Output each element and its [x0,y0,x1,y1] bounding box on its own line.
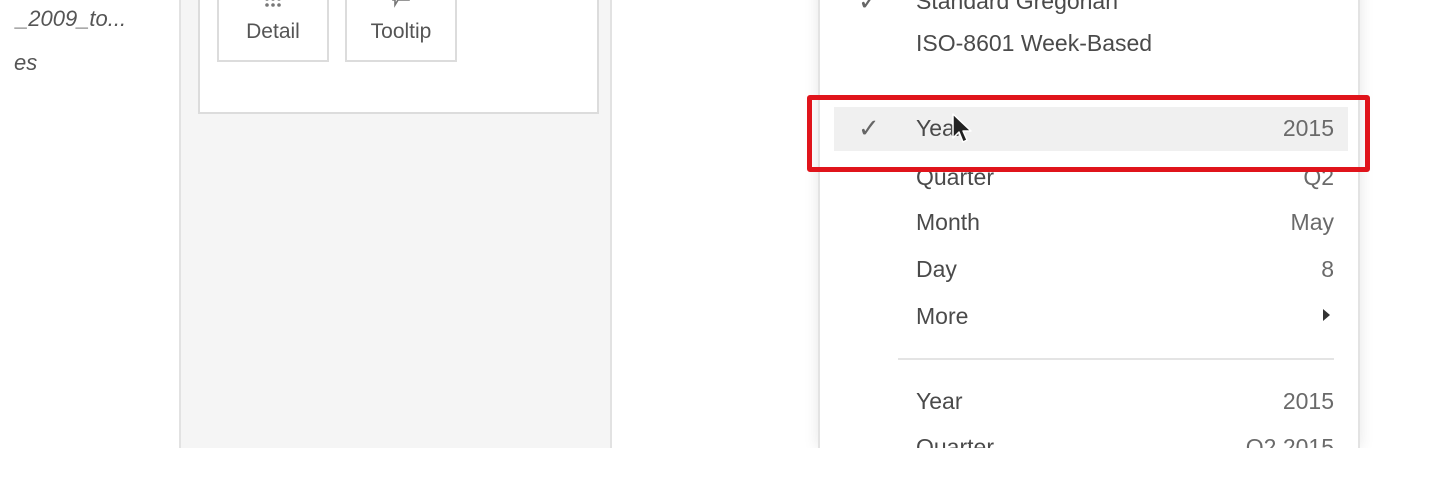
tooltip-bubble-icon [347,0,455,12]
menu-item-label: More [916,303,969,329]
menu-item-month-part[interactable]: Month May [834,201,1348,245]
marks-card: Detail Tooltip [198,0,599,114]
menu-item-year-part[interactable]: ✓ Year 2015 [834,107,1348,151]
tooltip-label: Tooltip [370,20,432,43]
menu-item-value: May [1290,209,1334,235]
detail-dots-icon [219,0,327,12]
menu-item-value: 2015 [1282,115,1334,141]
menu-item-more[interactable]: More [834,295,1348,339]
date-part-menu: ✓ Standard Gregorian ISO-8601 Week-Based… [818,0,1360,460]
menu-item-label: Day [916,256,957,282]
menu-item-label: Year [916,115,963,141]
menu-item-quarter-part[interactable]: Quarter Q2 [834,156,1348,200]
data-pane: _2009_to... es [0,0,178,448]
check-icon: ✓ [858,0,880,16]
menu-divider [898,358,1334,360]
menu-item-day-part[interactable]: Day 8 [834,248,1348,292]
detail-label: Detail [246,20,300,43]
menu-item-label: ISO-8601 Week-Based [916,30,1153,56]
submenu-arrow-icon [1323,309,1330,321]
menu-item-iso-week-based[interactable]: ISO-8601 Week-Based [834,22,1348,66]
menu-item-label: Month [916,209,980,235]
menu-item-value: 8 [1321,256,1334,282]
menu-item-label: Quarter [916,164,994,190]
menu-item-label: Standard Gregorian [916,0,1119,14]
bottom-strip [0,448,1447,490]
data-pane-item[interactable]: es [14,50,37,76]
menu-item-value: 2015 [1282,388,1334,414]
menu-item-value: Q2 [1303,164,1334,190]
marks-pane: Detail Tooltip [179,0,612,448]
tooltip-button[interactable]: Tooltip [345,0,457,62]
menu-item-standard-gregorian[interactable]: ✓ Standard Gregorian [834,0,1348,24]
menu-item-year-value[interactable]: Year 2015 [834,380,1348,424]
detail-button[interactable]: Detail [217,0,329,62]
menu-item-label: Year [916,388,963,414]
check-icon: ✓ [858,113,880,143]
data-source-item[interactable]: _2009_to... [16,6,126,32]
